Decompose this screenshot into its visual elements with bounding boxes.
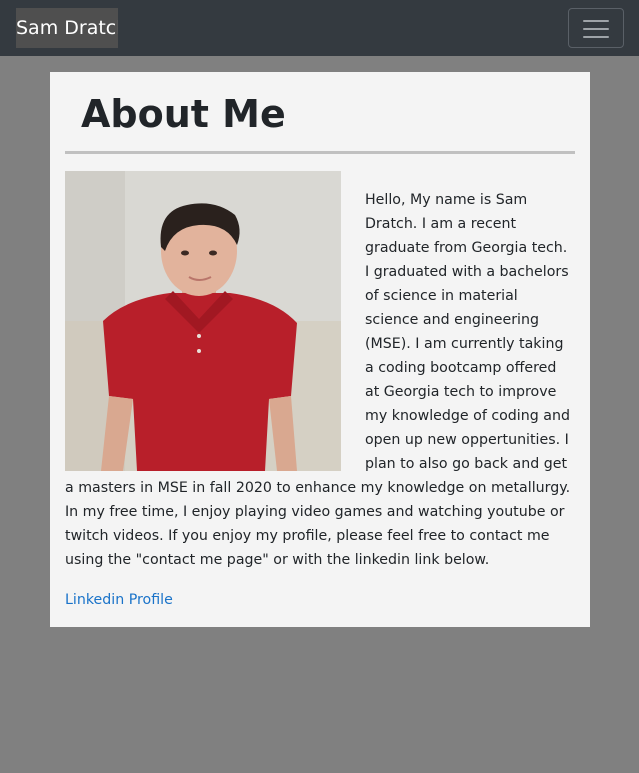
hamburger-menu-icon — [583, 20, 609, 22]
hamburger-menu-icon-bar — [583, 28, 609, 30]
title-divider — [65, 151, 575, 154]
profile-photo — [65, 171, 341, 471]
linkedin-profile-link[interactable]: Linkedin Profile — [65, 588, 173, 612]
about-card: About Me Hello, My name is Sam Dratch. I… — [50, 72, 590, 627]
profile-photo-illustration — [65, 171, 341, 471]
navbar: Sam Dratch — [0, 0, 639, 56]
page-title: About Me — [81, 92, 286, 136]
navbar-brand[interactable]: Sam Dratch — [16, 8, 118, 48]
navbar-toggler-button[interactable] — [568, 8, 624, 48]
hamburger-menu-icon-bar — [583, 36, 609, 38]
about-content: Hello, My name is Sam Dratch. I am a rec… — [65, 171, 575, 572]
